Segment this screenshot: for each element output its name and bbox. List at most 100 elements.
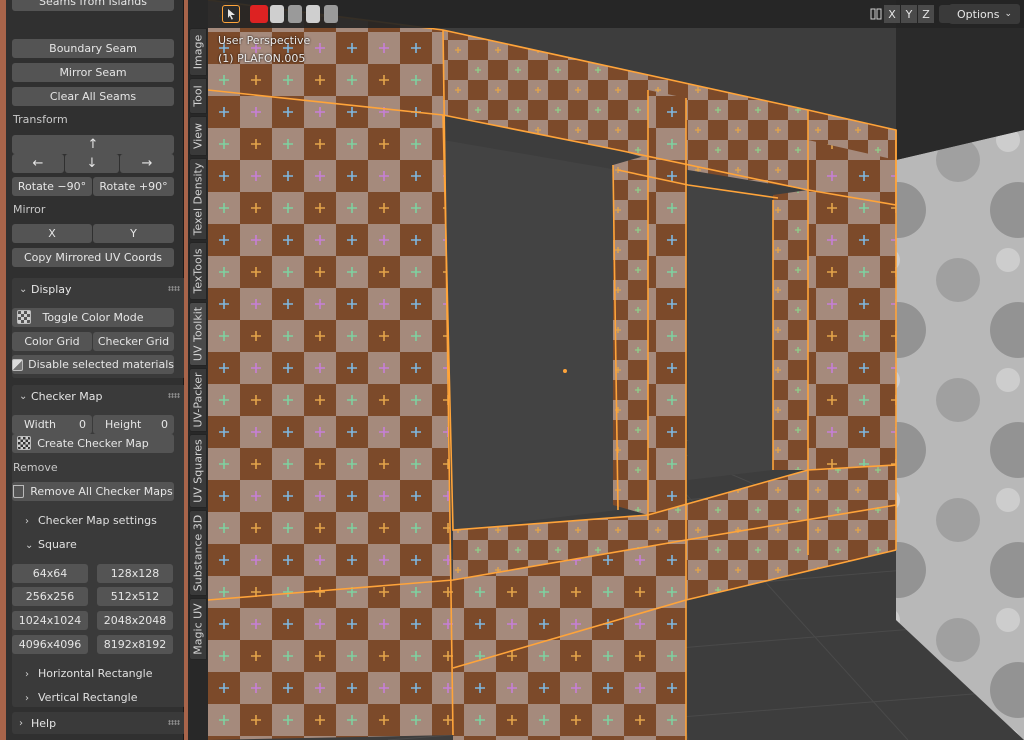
sidebar-panel: Seams from Islands Boundary Seam Mirror … bbox=[6, 0, 186, 740]
width-field[interactable]: Width 0 bbox=[12, 415, 92, 434]
mirror-seam-label: Mirror Seam bbox=[59, 66, 127, 79]
size-8192-button[interactable]: 8192x8192 bbox=[97, 635, 173, 654]
chevron-right-icon: › bbox=[25, 669, 29, 680]
size-128-button[interactable]: 128x128 bbox=[97, 564, 173, 583]
object-origin bbox=[563, 369, 567, 373]
mirror-x-toggle[interactable]: X bbox=[884, 5, 900, 23]
drag-grip-icon[interactable] bbox=[168, 286, 180, 291]
axis-z-label: Z bbox=[922, 7, 930, 21]
mirror-seam-button[interactable]: Mirror Seam bbox=[12, 63, 174, 82]
select-box-new-icon[interactable] bbox=[250, 5, 268, 23]
trash-icon bbox=[13, 485, 25, 498]
size-label: 64x64 bbox=[32, 567, 68, 580]
vertical-rectangle-subpanel[interactable]: › Vertical Rectangle bbox=[25, 691, 137, 704]
checker-map-header-label: Checker Map bbox=[31, 389, 103, 403]
disable-selected-materials-button[interactable]: Disable selected materials bbox=[12, 355, 174, 374]
tab-label: Magic UV bbox=[191, 603, 205, 655]
drag-grip-icon[interactable] bbox=[168, 393, 180, 398]
transform-label: Transform bbox=[13, 113, 68, 126]
move-left-button[interactable]: ← bbox=[12, 154, 64, 173]
mirror-y-toggle[interactable]: Y bbox=[901, 5, 917, 23]
axis-x-label: X bbox=[888, 7, 896, 21]
move-right-button[interactable]: → bbox=[120, 154, 174, 173]
chevron-down-icon: ⌄ bbox=[25, 540, 34, 551]
options-dropdown[interactable]: Options ⌄ bbox=[949, 4, 1020, 24]
select-extend-icon[interactable] bbox=[270, 5, 284, 23]
toggle-color-mode-button[interactable]: Toggle Color Mode bbox=[12, 308, 174, 327]
help-header-label: Help bbox=[31, 716, 57, 730]
size-64-button[interactable]: 64x64 bbox=[12, 564, 88, 583]
vertical-rectangle-label: Vertical Rectangle bbox=[38, 691, 138, 704]
copy-mirrored-uv-label: Copy Mirrored UV Coords bbox=[23, 251, 163, 264]
width-label: Width bbox=[24, 418, 56, 431]
size-256-button[interactable]: 256x256 bbox=[12, 587, 88, 606]
checker-map-settings-subpanel[interactable]: › Checker Map settings bbox=[25, 514, 157, 527]
tab-texel-density[interactable]: Texel Density bbox=[189, 158, 207, 240]
checker-grid-label: Checker Grid bbox=[97, 335, 170, 348]
viewport-scene bbox=[208, 0, 1024, 740]
tab-uv-squares[interactable]: UV Squares bbox=[189, 434, 207, 508]
mirror-axis-icon[interactable] bbox=[868, 5, 884, 23]
size-2048-button[interactable]: 2048x2048 bbox=[97, 611, 173, 630]
create-checker-map-button[interactable]: Create Checker Map bbox=[12, 434, 174, 453]
mirror-x-button[interactable]: X bbox=[12, 224, 92, 243]
toggle-color-mode-label: Toggle Color Mode bbox=[42, 311, 144, 324]
move-up-button[interactable]: ↑ bbox=[12, 135, 174, 154]
tab-label: UV-Packer bbox=[191, 372, 205, 428]
help-section-header[interactable]: › Help bbox=[12, 712, 186, 734]
tab-substance-3d[interactable]: Substance 3D bbox=[189, 510, 207, 596]
tab-uv-toolkit[interactable]: UV Toolkit bbox=[189, 302, 207, 366]
size-label: 256x256 bbox=[25, 590, 75, 603]
copy-mirrored-uv-button[interactable]: Copy Mirrored UV Coords bbox=[12, 248, 174, 267]
mirror-y-button[interactable]: Y bbox=[93, 224, 174, 243]
select-subtract-icon[interactable] bbox=[288, 5, 302, 23]
clear-all-seams-button[interactable]: Clear All Seams bbox=[12, 87, 174, 106]
size-1024-button[interactable]: 1024x1024 bbox=[12, 611, 88, 630]
seams-from-islands-button[interactable]: Seams from Islands bbox=[12, 0, 174, 11]
checker-grid-button[interactable]: Checker Grid bbox=[93, 332, 174, 351]
tab-textools[interactable]: TexTools bbox=[189, 242, 207, 300]
chevron-right-icon: › bbox=[19, 717, 23, 729]
height-field[interactable]: Height 0 bbox=[93, 415, 174, 434]
drag-grip-icon[interactable] bbox=[168, 720, 180, 725]
window-opening-right bbox=[688, 185, 778, 480]
size-4096-button[interactable]: 4096x4096 bbox=[12, 635, 88, 654]
mirror-x-label: X bbox=[48, 227, 56, 240]
rotate-negative-button[interactable]: Rotate −90° bbox=[12, 177, 92, 196]
select-invert-icon[interactable] bbox=[306, 5, 320, 23]
seams-from-islands-label: Seams from Islands bbox=[39, 0, 147, 8]
checker-icon bbox=[17, 310, 31, 324]
checker-map-section-header[interactable]: ⌄ Checker Map bbox=[12, 385, 186, 407]
width-value: 0 bbox=[79, 418, 86, 431]
remove-all-checker-maps-button[interactable]: Remove All Checker Maps bbox=[12, 482, 174, 501]
chevron-down-icon: ⌄ bbox=[1004, 9, 1012, 19]
boundary-seam-button[interactable]: Boundary Seam bbox=[12, 39, 174, 58]
options-label: Options bbox=[957, 7, 1000, 21]
tab-label: TexTools bbox=[191, 248, 205, 294]
tab-view[interactable]: View bbox=[189, 116, 207, 156]
select-tool-icon[interactable] bbox=[222, 5, 240, 23]
tab-tool[interactable]: Tool bbox=[189, 78, 207, 114]
mirror-z-toggle[interactable]: Z bbox=[918, 5, 934, 23]
view-perspective-label: User Perspective bbox=[218, 34, 311, 47]
size-label: 2048x2048 bbox=[103, 614, 167, 627]
tab-image[interactable]: Image bbox=[189, 28, 207, 76]
rotate-positive-button[interactable]: Rotate +90° bbox=[93, 177, 174, 196]
size-label: 128x128 bbox=[110, 567, 160, 580]
tab-label: Texel Density bbox=[191, 162, 205, 236]
height-label: Height bbox=[105, 418, 142, 431]
viewport-header: X Y Z Options ⌄ bbox=[208, 0, 1024, 28]
horizontal-rectangle-subpanel[interactable]: › Horizontal Rectangle bbox=[25, 667, 152, 680]
tab-label: Tool bbox=[191, 85, 205, 107]
select-intersect-icon[interactable] bbox=[324, 5, 338, 23]
move-down-button[interactable]: ↓ bbox=[65, 154, 119, 173]
tab-magic-uv[interactable]: Magic UV bbox=[189, 598, 207, 660]
size-512-button[interactable]: 512x512 bbox=[97, 587, 173, 606]
arrow-down-icon: ↓ bbox=[86, 156, 98, 171]
display-section-header[interactable]: ⌄ Display bbox=[12, 278, 186, 300]
tab-uv-packer[interactable]: UV-Packer bbox=[189, 368, 207, 432]
square-subpanel[interactable]: ⌄ Square bbox=[25, 538, 77, 551]
image-new-icon bbox=[17, 436, 31, 450]
color-grid-button[interactable]: Color Grid bbox=[12, 332, 92, 351]
3d-viewport[interactable]: User Perspective (1) PLAFON.005 bbox=[208, 0, 1024, 740]
